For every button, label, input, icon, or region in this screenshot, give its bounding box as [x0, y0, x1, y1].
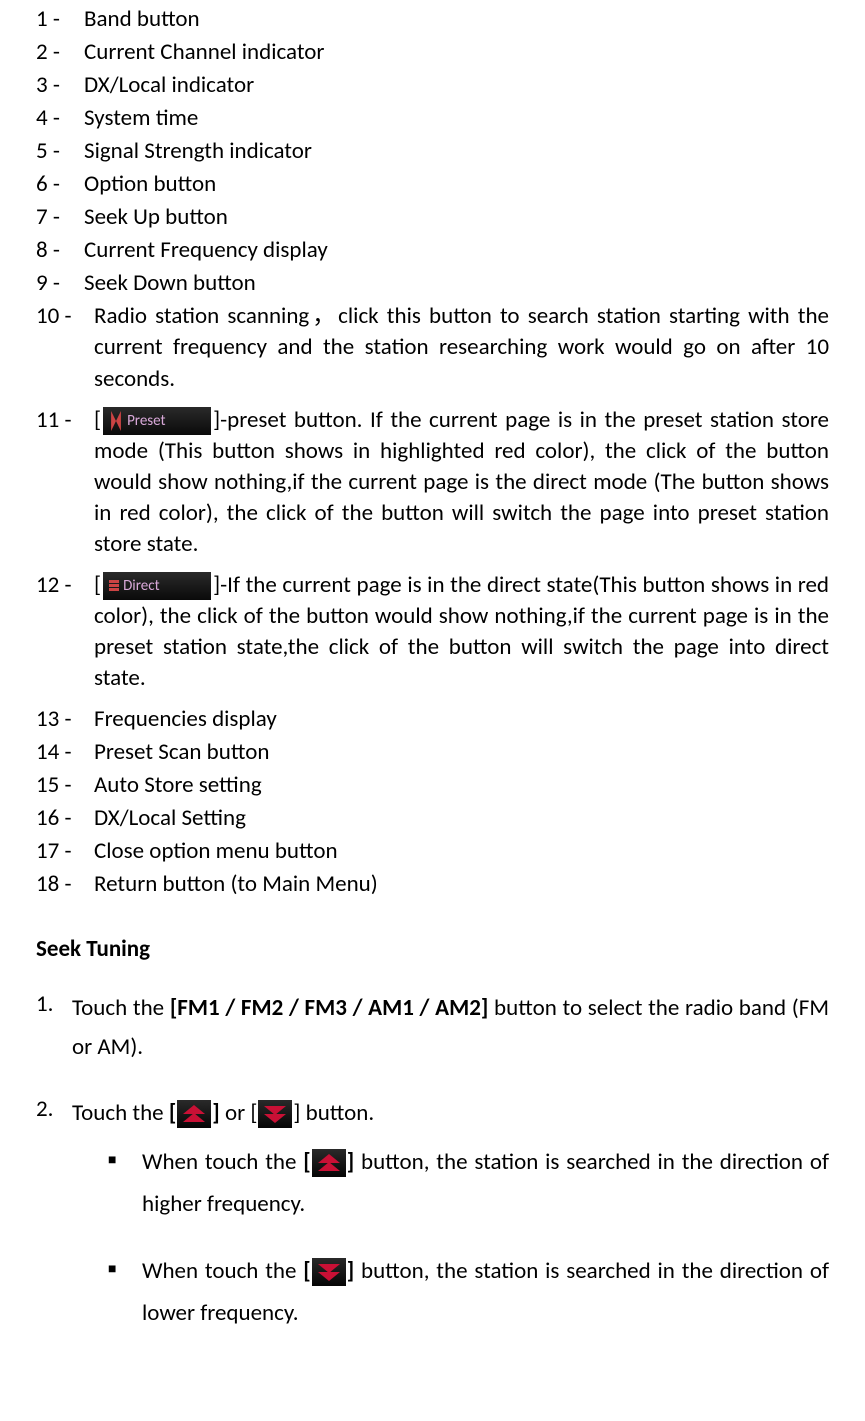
bracket-open: [ [303, 1148, 310, 1176]
item-text: Frequencies display [94, 704, 829, 735]
item-text: Auto Store setting [94, 770, 829, 801]
chevron-up-icon [183, 1105, 205, 1123]
seek-down-icon [312, 1258, 346, 1286]
seek2-mid: or [220, 1099, 251, 1127]
direct-badge-label: Direct [123, 576, 160, 596]
bracket-open: [ [94, 406, 101, 434]
sub1-pre: When touch the [142, 1148, 303, 1176]
bracket-open: [ [94, 571, 101, 599]
item-text: Current Channel indicator [84, 37, 829, 68]
bullet-icon: ■ [108, 1250, 142, 1335]
item-num: 8 - [36, 235, 84, 266]
preset-badge: Preset [103, 407, 211, 435]
chevron-up-icon [318, 1154, 340, 1172]
band-buttons-label: [FM1 / FM2 / FM3 / AM1 / AM2] [170, 994, 488, 1022]
seek-up-icon [312, 1149, 346, 1177]
item-text: Radio station scanning，click this button… [94, 301, 829, 394]
bracket-close: ] [212, 1099, 219, 1127]
sub-list: ■ When touch the [] button, the station … [108, 1141, 829, 1335]
seek-down-icon [258, 1100, 292, 1128]
sub-text: When touch the [] button, the station is… [142, 1141, 829, 1226]
seek1-pre: Touch the [72, 994, 170, 1022]
step-num: 2. [36, 1094, 72, 1359]
item-text: [Preset]-preset button. If the current p… [94, 405, 829, 560]
bracket-open: [ [169, 1099, 176, 1127]
item-num: 16 - [36, 803, 94, 834]
item-num: 5 - [36, 136, 84, 167]
step-text: Touch the [] or [] button. ■ When touch … [72, 1094, 829, 1359]
seek2-pre: Touch the [72, 1099, 169, 1127]
item-text: Close option menu button [94, 836, 829, 867]
item-text: Option button [84, 169, 829, 200]
item-num: 17 - [36, 836, 94, 867]
item-text: DX/Local indicator [84, 70, 829, 101]
item-text: Current Frequency display [84, 235, 829, 266]
section-heading: Seek Tuning [36, 934, 829, 965]
bracket-open: [ [250, 1099, 257, 1127]
sub-text: When touch the [] button, the station is… [142, 1250, 829, 1335]
item-num: 15 - [36, 770, 94, 801]
item-num: 14 - [36, 737, 94, 768]
direct-badge: Direct [103, 572, 211, 600]
seek-up-icon [177, 1100, 211, 1128]
item-num: 11 - [36, 405, 94, 560]
item-text: Return button (to Main Menu) [94, 869, 829, 900]
item-num: 2 - [36, 37, 84, 68]
item-num: 7 - [36, 202, 84, 233]
seek2-post: button. [300, 1099, 374, 1127]
item-num: 9 - [36, 268, 84, 299]
item-text: Signal Strength indicator [84, 136, 829, 167]
item-num: 4 - [36, 103, 84, 134]
step-text: Touch the [FM1 / FM2 / FM3 / AM1 / AM2] … [72, 989, 829, 1067]
item-num: 10 - [36, 301, 94, 394]
item-num: 1 - [36, 4, 84, 35]
bracket-open: [ [303, 1257, 310, 1285]
item-num: 13 - [36, 704, 94, 735]
seek-tuning-steps: 1. Touch the [FM1 / FM2 / FM3 / AM1 / AM… [36, 989, 829, 1358]
item-text: DX/Local Setting [94, 803, 829, 834]
sub2-pre: When touch the [142, 1257, 303, 1285]
item-num: 12 - [36, 570, 94, 694]
step-num: 1. [36, 989, 72, 1067]
item-text: Preset Scan button [94, 737, 829, 768]
item-text: Seek Down button [84, 268, 829, 299]
numbered-list-top: 1 -Band button 2 -Current Channel indica… [36, 4, 829, 900]
preset-badge-label: Preset [127, 411, 166, 431]
chevron-down-icon [264, 1105, 286, 1123]
item-text: Band button [84, 4, 829, 35]
item-text: System time [84, 103, 829, 134]
item-num: 18 - [36, 869, 94, 900]
item-text: [Direct]-If the current page is in the d… [94, 570, 829, 694]
item-num: 6 - [36, 169, 84, 200]
item-num: 3 - [36, 70, 84, 101]
bullet-icon: ■ [108, 1141, 142, 1226]
item-text: Seek Up button [84, 202, 829, 233]
chevron-down-icon [318, 1263, 340, 1281]
